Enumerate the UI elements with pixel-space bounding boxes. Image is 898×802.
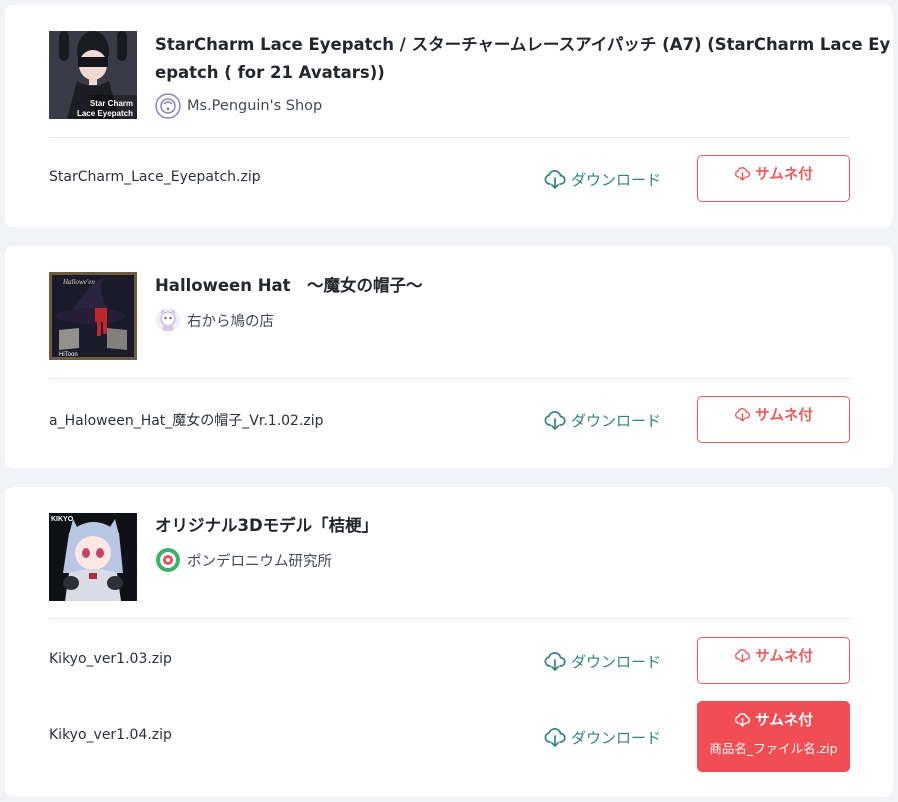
download-label: ダウンロード [571,728,662,747]
download-label: ダウンロード [571,652,662,671]
download-link[interactable]: ダウンロード [543,408,661,432]
product-title[interactable]: Halloween Hat ～魔女の帽子～ [155,272,855,300]
file-row: Kikyo_ver1.03.zip ダウンロード サムネ付 [5,637,893,685]
cloud-download-icon [544,652,566,671]
thumbnail-caption: HiToon [59,352,78,358]
shop-avatar [156,308,180,332]
product-thumbnail[interactable]: KIKYO [49,513,137,601]
divider [49,137,850,138]
filename: Kikyo_ver1.03.zip [49,651,172,667]
product-title[interactable]: オリジナル3Dモデル「桔梗」 [155,512,855,540]
cloud-download-icon [544,411,566,430]
shop-link[interactable]: 右から鳩の店 [155,307,274,333]
download-with-thumbnail-button[interactable]: サムネ付 [697,396,850,443]
product-thumbnail-image: KIKYO [49,513,137,601]
file-row: Kikyo_ver1.04.zip ダウンロード サムネ付 商品名_ファイル名.… [5,701,893,772]
shop-link[interactable]: Ms.Penguin's Shop [155,93,322,119]
filename: StarCharm_Lace_Eyepatch.zip [49,169,261,185]
product-title-line: StarCharm Lace Eyepatch / スターチャームレースアイパッ… [155,35,891,54]
product-thumbnail[interactable]: Star Charm Lace Eyepatch [49,31,137,119]
product-card: KIKYO オリジナル3Dモデル「桔梗」 ポンデロニウム研究所 Kikyo_ve… [5,487,893,797]
shop-avatar [155,93,181,119]
cloud-download-icon [544,170,566,189]
product-title-line: epatch ( for 21 Avatars)) [155,63,385,82]
file-row: StarCharm_Lace_Eyepatch.zip ダウンロード サムネ付 [5,155,893,203]
button-label: サムネ付 [755,649,813,665]
product-card: Star Charm Lace Eyepatch StarCharm Lace … [5,5,893,227]
button-label: サムネ付 [755,167,813,183]
download-link[interactable]: ダウンロード [543,649,661,673]
download-label: ダウンロード [571,411,662,430]
file-row: a_Haloween_Hat_魔女の帽子_Vr.1.02.zip ダウンロード … [5,396,893,444]
thumbnail-caption: Hallowe'en [62,278,95,286]
download-with-thumbnail-button[interactable]: サムネ付 [697,637,850,684]
product-thumbnail[interactable]: Hallowe'en HiToon [49,272,137,360]
shop-name: 右から鳩の店 [187,313,274,330]
shop-name: Ms.Penguin's Shop [187,98,323,114]
button-label: サムネ付 [755,713,813,729]
cloud-download-icon [735,713,751,727]
shop-link[interactable]: ポンデロニウム研究所 [155,547,332,573]
product-title[interactable]: StarCharm Lace Eyepatch / スターチャームレースアイパッ… [155,31,891,87]
divider [49,378,850,379]
filename: Kikyo_ver1.04.zip [49,727,172,743]
download-link[interactable]: ダウンロード [543,725,661,749]
cloud-download-icon [735,167,751,181]
thumbnail-caption: Star Charm [90,99,133,108]
download-link[interactable]: ダウンロード [543,167,661,191]
download-with-thumbnail-button[interactable]: サムネ付 商品名_ファイル名.zip [697,701,850,772]
download-label: ダウンロード [571,170,662,189]
divider [49,618,850,619]
shop-avatar [156,548,180,572]
thumbnail-caption: Lace Eyepatch [77,109,133,118]
cloud-download-icon [735,649,751,663]
shop-name: ポンデロニウム研究所 [187,553,332,570]
product-thumbnail-image: Star Charm Lace Eyepatch [49,31,137,119]
button-label: サムネ付 [755,408,813,424]
cloud-download-icon [735,408,751,422]
cloud-download-icon [544,728,566,747]
filename: a_Haloween_Hat_魔女の帽子_Vr.1.02.zip [49,413,324,429]
product-thumbnail-image: Hallowe'en HiToon [49,272,137,360]
thumbnail-caption: KIKYO [51,516,74,523]
button-sublabel: 商品名_ファイル名.zip [709,741,838,756]
product-card: Hallowe'en HiToon Halloween Hat ～魔女の帽子～ … [5,246,893,468]
download-with-thumbnail-button[interactable]: サムネ付 [697,155,850,202]
